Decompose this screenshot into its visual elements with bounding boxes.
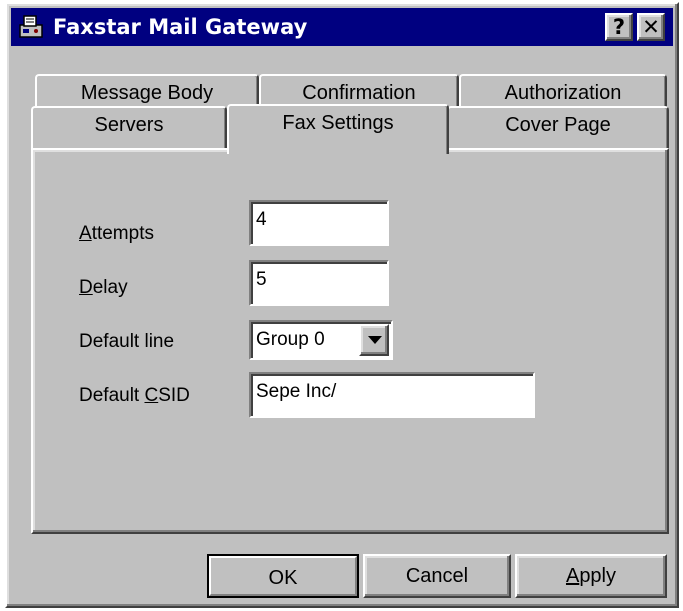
tab-message-body[interactable]: Message Body [35,74,259,110]
tab-label: Fax Settings [282,112,394,134]
csid-label-prefix: Default [79,385,145,406]
tab-cover-page[interactable]: Cover Page [447,106,669,150]
tab-label: Message Body [80,82,214,104]
ok-button[interactable]: OK [207,554,359,598]
tab-label: Cover Page [505,114,611,136]
delay-label: Delay [79,276,128,300]
default-line-value: Group 0 [256,329,325,350]
tab-label: Authorization [504,82,622,104]
default-csid-input[interactable]: Sepe Inc/ [249,372,535,418]
csid-label-accelerator: C [144,385,159,406]
csid-label-text: SID [158,385,190,406]
help-icon: ? [612,15,626,39]
apply-button-label: pply [579,565,617,587]
attempts-label-accelerator: A [79,223,92,244]
attempts-label: Attempts [79,222,154,246]
close-icon: ✕ [642,15,660,39]
apply-button-accelerator: A [565,565,580,587]
fax-settings-panel: Attempts 4 Delay 5 Default line Group 0 … [31,148,669,534]
default-line-dropdown-button[interactable] [359,324,389,356]
default-line-label: Default line [79,331,175,352]
default-line-select[interactable]: Group 0 [249,320,393,360]
attempts-label-text: ttempts [91,223,154,244]
attempts-input[interactable]: 4 [249,200,389,246]
dropdown-arrow-icon [368,336,382,344]
tab-label: Confirmation [302,82,416,104]
help-button[interactable]: ? [605,13,633,41]
window-title: Faxstar Mail Gateway [53,15,308,39]
close-button[interactable]: ✕ [637,13,665,41]
cancel-button[interactable]: Cancel [363,554,511,598]
delay-label-text: elay [92,277,128,298]
tab-fax-settings[interactable]: Fax Settings [227,104,449,154]
tab-authorization[interactable]: Authorization [459,74,667,110]
cancel-button-label: Cancel [405,565,469,587]
tab-label: Servers [94,114,164,136]
ok-button-face: OK [209,556,357,596]
default-csid-label: Default CSID [79,384,190,408]
title-bar[interactable]: Faxstar Mail Gateway ? ✕ [11,8,673,46]
ok-button-label: OK [268,567,298,589]
delay-input[interactable]: 5 [249,260,389,306]
tab-servers[interactable]: Servers [31,106,227,150]
apply-button[interactable]: Apply [515,554,667,598]
dialog-window: Faxstar Mail Gateway ? ✕ Message Body Co… [5,2,679,608]
fax-machine-icon[interactable] [17,13,45,41]
delay-label-accelerator: D [79,277,93,298]
